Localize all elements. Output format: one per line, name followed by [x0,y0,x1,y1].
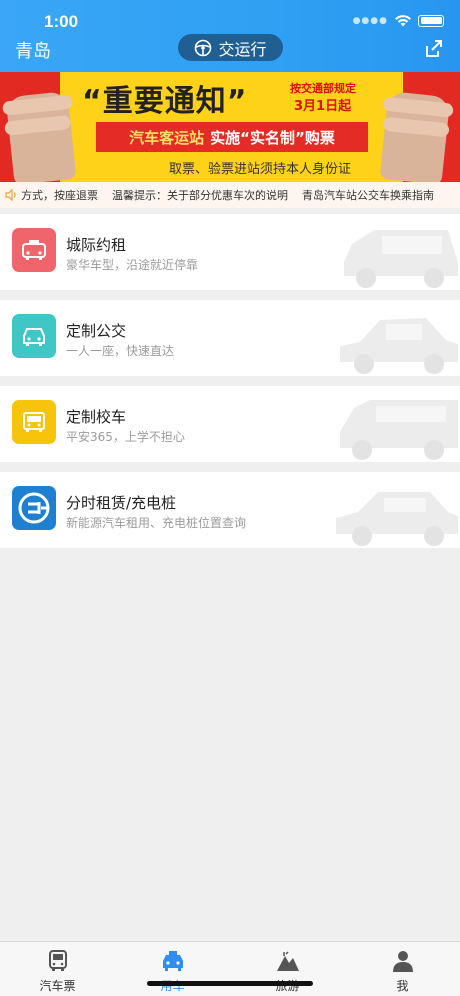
service-title: 定制公交 [66,322,127,340]
banner-title: “重要通知” [82,84,248,119]
mountain-icon [276,951,299,971]
bus-icon [48,950,67,971]
ev-plug-icon [12,486,56,530]
banner-note-2: 3月1日起 [294,99,352,114]
service-desc: 一人一座，快速直达 [66,344,175,358]
speaker-icon [5,188,16,202]
user-icon [392,951,413,972]
banner-ribbon-left: 汽车客运站 [129,128,205,147]
notice-marquee[interactable]: 方式，按座退票 温馨提示：关于部分优惠车次的说明 青岛汽车站公交车换乘指南 [0,182,460,208]
service-custom-bus[interactable]: 定制公交 一人一座，快速直达 [0,300,460,376]
service-ev-rental[interactable]: 分时租赁/充电桩 新能源汽车租用、充电桩位置查询 [0,472,460,548]
marquee-item[interactable]: 温馨提示：关于部分优惠车次的说明 [112,187,288,203]
share-icon[interactable] [424,38,444,58]
status-time: 1:00 [44,12,79,31]
service-list: 城际约租 豪华车型，沿途就近停靠 定制公交 一人一座，快速直达 定制校车 平安3… [0,214,460,558]
bus-icon [12,400,56,444]
battery-icon [418,14,444,27]
service-desc: 豪华车型，沿途就近停靠 [66,258,199,272]
service-intercity-rental[interactable]: 城际约租 豪华车型，沿途就近停靠 [0,214,460,290]
traffic-label: 交运行 [218,39,267,59]
header: 1:00 ●●●● 青岛 交运行 [0,0,460,72]
car-watermark-icon [344,230,458,288]
service-title: 定制校车 [66,408,127,426]
banner-ribbon-mid: 实施“实名制”购票 [210,128,335,147]
tab-label: 我 [396,979,409,993]
car-watermark-icon [336,492,458,546]
service-title: 城际约租 [66,236,127,254]
tab-travel[interactable]: 旅游 [230,942,345,996]
tab-car-service[interactable]: 用车 [115,942,230,996]
banner-note-1: 按交通部规定 [290,82,356,95]
service-title: 分时租赁/充电桩 [66,494,177,512]
service-desc: 新能源汽车租用、充电桩位置查询 [66,516,247,530]
signal-icon: ●●●● [352,15,388,26]
banner-ribbon: 汽车客运站 实施“实名制”购票 [96,122,368,152]
traffic-button[interactable]: 交运行 [178,34,283,61]
banner-subtitle: 取票、验票进站须持本人身份证 [168,162,351,177]
car-watermark-icon [340,318,458,374]
car-icon [12,314,56,358]
status-icons: ●●●● [353,14,444,27]
marquee-item[interactable]: 青岛汽车站公交车换乘指南 [302,187,434,203]
service-school-bus[interactable]: 定制校车 平安365，上学不担心 [0,386,460,462]
service-desc: 平安365，上学不担心 [66,430,185,444]
steering-wheel-icon [195,39,212,56]
marquee-item[interactable]: 方式，按座退票 [21,187,98,203]
van-watermark-icon [340,400,458,460]
notice-banner[interactable]: “重要通知” 按交通部规定 3月1日起 汽车客运站 实施“实名制”购票 取票、验… [0,72,460,182]
wifi-icon [395,15,411,27]
home-indicator [147,981,313,986]
tab-label: 汽车票 [39,979,76,993]
city-selector[interactable]: 青岛 [15,37,51,63]
tab-bus-tickets[interactable]: 汽车票 [0,942,115,996]
tab-me[interactable]: 我 [345,942,460,996]
taxi-icon [12,228,56,272]
tab-bar: 汽车票 用车 旅游 我 [0,941,460,996]
taxi-icon [162,951,183,971]
